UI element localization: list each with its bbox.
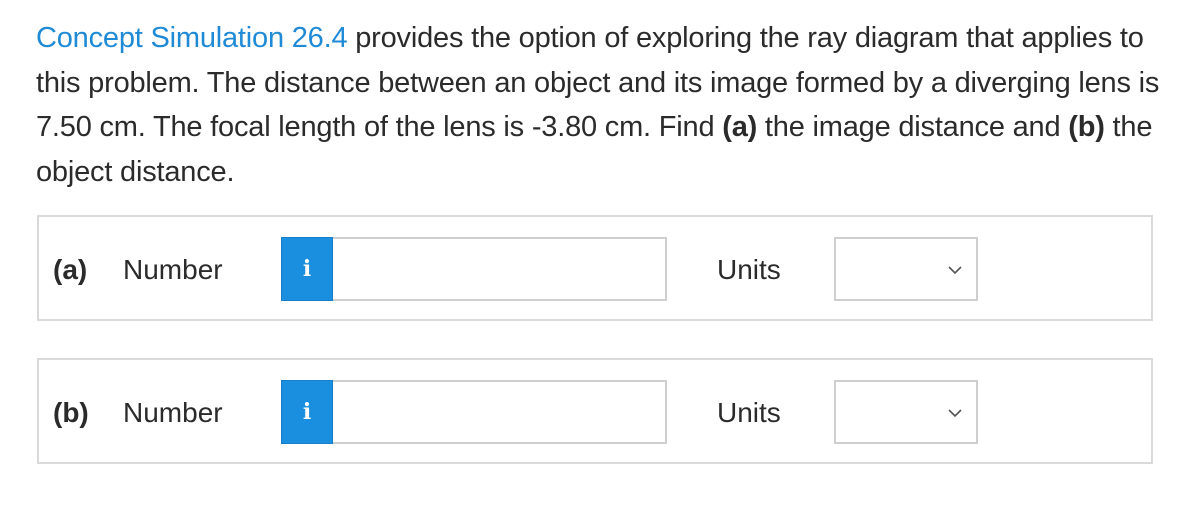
number-label-b: Number [123, 397, 223, 428]
units-select-a[interactable] [834, 237, 978, 301]
info-icon[interactable]: i [281, 380, 333, 444]
info-icon[interactable]: i [281, 237, 333, 301]
part-label-a: (a) [53, 254, 88, 285]
question-part-a-marker: (a) [722, 111, 758, 143]
question-part-b-marker: (b) [1068, 111, 1105, 143]
number-label-a: Number [123, 254, 223, 285]
answer-row-a: (a) Number i Units [37, 215, 1153, 321]
question-text: Concept Simulation 26.4 provides the opt… [36, 16, 1176, 194]
answer-row-b: (b) Number i Units [37, 358, 1153, 464]
concept-simulation-link[interactable]: Concept Simulation 26.4 [36, 22, 348, 54]
units-select-b[interactable] [834, 380, 978, 444]
chevron-down-icon [948, 266, 962, 275]
question-text-part-2: the image distance and [757, 111, 1069, 143]
units-label-a: Units [717, 254, 781, 285]
units-label-b: Units [717, 397, 781, 428]
number-input-b[interactable] [333, 380, 667, 444]
number-input-a[interactable] [333, 237, 667, 301]
part-label-b: (b) [53, 397, 89, 428]
chevron-down-icon [948, 409, 962, 418]
